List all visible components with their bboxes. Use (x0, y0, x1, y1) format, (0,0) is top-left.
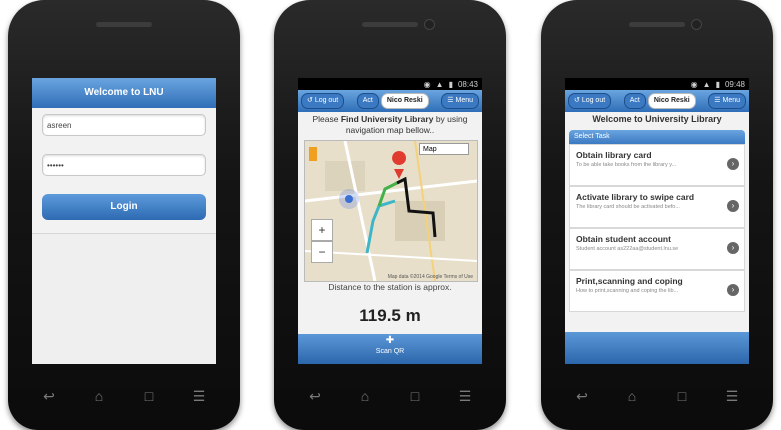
task-subtitle: How to print,scanning and coping the lib… (576, 288, 679, 294)
logout-button[interactable]: ↺ Log out (301, 93, 345, 109)
task-navbar: ↺ Log out Act Nico Reski ☰ Menu (565, 90, 749, 112)
task-title: Obtain library card (576, 150, 652, 160)
menu-button[interactable]: ☰ Menu (708, 93, 746, 109)
task-item-student-account[interactable]: Obtain student account Student account a… (569, 228, 745, 270)
phone-speaker (629, 22, 685, 27)
tab-user[interactable]: Nico Reski (380, 93, 429, 109)
status-bar: ◉ ▲ ▮ 09:48 (565, 78, 749, 90)
status-bar: ◉ ▲ ▮ 08:43 (298, 78, 482, 90)
chevron-right-icon: › (727, 158, 739, 170)
chevron-right-icon: › (727, 242, 739, 254)
logout-label: Log out (581, 97, 606, 104)
battery-icon: ▮ (715, 79, 720, 89)
login-screen: Welcome to LNU asreen •••••• Login (32, 78, 216, 364)
task-footer-bar (565, 332, 749, 364)
phone-camera (691, 19, 702, 30)
zoom-out-button[interactable]: − (311, 241, 333, 263)
password-field[interactable]: •••••• (42, 154, 206, 176)
chevron-right-icon: › (727, 284, 739, 296)
softkeys: ↩ ⌂ □ ☰ (569, 382, 745, 410)
chevron-right-icon: › (727, 200, 739, 212)
map-navbar: ↺ Log out Act Nico Reski ☰ Menu (298, 90, 482, 112)
back-key-icon[interactable]: ↩ (302, 388, 328, 405)
map-type-select[interactable]: Map (419, 143, 469, 155)
recent-key-icon[interactable]: □ (669, 388, 695, 404)
distance-value: 119.5 m (359, 306, 421, 325)
home-key-icon[interactable]: ⌂ (86, 388, 112, 404)
signal-icon: ▲ (435, 79, 444, 89)
softkeys: ↩ ⌂ □ ☰ (36, 382, 212, 410)
login-button[interactable]: Login (42, 194, 206, 220)
recent-key-icon[interactable]: □ (402, 388, 428, 404)
tab-act[interactable]: Act (356, 93, 379, 109)
select-task-header: Select Task (569, 130, 745, 144)
phone-camera (424, 19, 435, 30)
wifi-icon: ◉ (690, 79, 698, 89)
login-title: Welcome to LNU (32, 78, 216, 108)
map-footer: Map data ©2014 Google Terms of Use (387, 274, 473, 280)
phone-tasks: ◉ ▲ ▮ 09:48 ↺ Log out Act Nico Reski ☰ M… (541, 0, 773, 430)
phone-speaker (362, 22, 418, 27)
navigation-map[interactable]: Map + − Map data ©2014 Google Terms of U… (304, 140, 478, 282)
instruction-bold: Find University Library (340, 114, 434, 124)
menu-key-icon[interactable]: ☰ (719, 388, 745, 405)
task-item-library-card[interactable]: Obtain library card To be able take book… (569, 144, 745, 186)
menu-button[interactable]: ☰ Menu (441, 93, 479, 109)
distance-label: Distance to the station is approx. (328, 282, 452, 292)
back-key-icon[interactable]: ↩ (569, 388, 595, 405)
phone-login: Welcome to LNU asreen •••••• Login ↩ ⌂ □… (8, 0, 240, 430)
task-screen: ◉ ▲ ▮ 09:48 ↺ Log out Act Nico Reski ☰ M… (565, 78, 749, 364)
login-empty-area (32, 233, 216, 364)
back-key-icon[interactable]: ↩ (36, 388, 62, 405)
logout-label: Log out (314, 97, 339, 104)
status-time: 08:43 (457, 79, 478, 89)
tab-act[interactable]: Act (623, 93, 646, 109)
zoom-in-button[interactable]: + (311, 219, 333, 241)
battery-icon: ▮ (448, 79, 453, 89)
wifi-icon: ◉ (423, 79, 431, 89)
task-item-printing[interactable]: Print,scanning and coping How to print,s… (569, 270, 745, 312)
task-title: Obtain student account (576, 234, 671, 244)
menu-label: Menu (722, 97, 740, 104)
library-heading: Welcome to University Library (592, 114, 722, 124)
menu-label: Menu (455, 97, 473, 104)
status-time: 09:48 (724, 79, 745, 89)
username-field[interactable]: asreen (42, 114, 206, 136)
map-screen: ◉ ▲ ▮ 08:43 ↺ Log out Act Nico Reski ☰ M… (298, 78, 482, 364)
home-key-icon[interactable]: ⌂ (352, 388, 378, 404)
logout-button[interactable]: ↺ Log out (568, 93, 612, 109)
menu-key-icon[interactable]: ☰ (186, 388, 212, 405)
task-subtitle: To be able take books from the library y… (576, 162, 677, 168)
phone-map: ◉ ▲ ▮ 08:43 ↺ Log out Act Nico Reski ☰ M… (274, 0, 506, 430)
recent-key-icon[interactable]: □ (136, 388, 162, 404)
home-key-icon[interactable]: ⌂ (619, 388, 645, 404)
task-subtitle: The library card should be activated bef… (576, 204, 680, 210)
menu-key-icon[interactable]: ☰ (452, 388, 478, 405)
task-title: Print,scanning and coping (576, 276, 683, 286)
qr-icon: ✚ (385, 335, 395, 346)
softkeys: ↩ ⌂ □ ☰ (302, 382, 478, 410)
phone-speaker (96, 22, 152, 27)
map-instruction: Please Find University Library by using … (304, 114, 476, 136)
signal-icon: ▲ (702, 79, 711, 89)
task-title: Activate library to swipe card (576, 192, 695, 202)
tab-user[interactable]: Nico Reski (647, 93, 696, 109)
scan-qr-button[interactable]: ✚ Scan QR (298, 334, 482, 364)
scan-qr-label: Scan QR (375, 348, 405, 355)
instruction-pre: Please (312, 114, 341, 124)
task-item-activate-card[interactable]: Activate library to swipe card The libra… (569, 186, 745, 228)
task-subtitle: Student account as222aa@student.lnu.se (576, 246, 679, 252)
